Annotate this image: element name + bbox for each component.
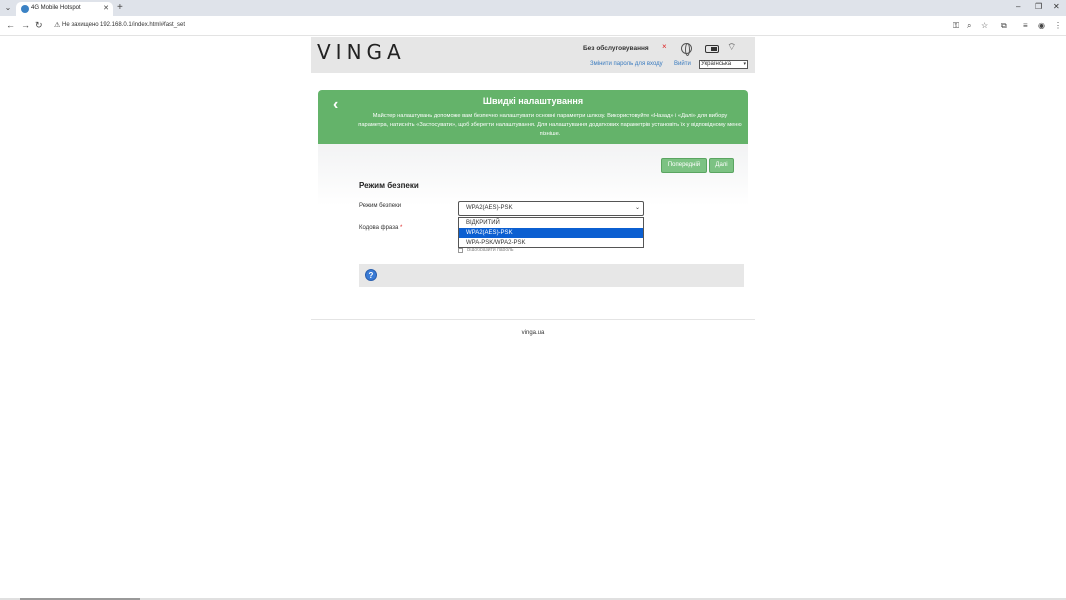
logout-link[interactable]: Вийти (674, 61, 691, 67)
wizard-header: ‹ Швидкі налаштування Майстер налаштуван… (318, 90, 748, 144)
footer-divider (311, 319, 755, 320)
tab-close-icon[interactable]: ✕ (103, 4, 109, 12)
warning-icon[interactable]: ⚠ (54, 21, 60, 29)
password-key-icon[interactable]: ⚿ (953, 21, 959, 31)
show-password-checkbox[interactable] (458, 248, 463, 253)
zoom-icon[interactable]: ⌕ (967, 21, 971, 31)
url-text[interactable]: 192.168.0.1/index.html#fast_set (100, 22, 185, 28)
required-mark: * (399, 225, 403, 231)
browser-tab[interactable]: 4G Mobile Hotspot ✕ (16, 2, 113, 16)
security-warning[interactable]: Не захищено (62, 22, 99, 28)
help-icon[interactable]: ? (365, 269, 377, 281)
security-mode-select[interactable]: WPA2(AES)-PSK ⌄ (458, 201, 644, 216)
passphrase-label: Кодова фраза * (359, 225, 402, 231)
profile-icon[interactable]: ◉ (1038, 21, 1045, 30)
reload-icon[interactable]: ↻ (35, 20, 43, 31)
service-status-text: Без обслуговування (583, 45, 649, 52)
router-header: VINGA Без обслуговування × ⌔ Змінити пар… (311, 37, 755, 73)
footer-site-link[interactable]: vinga.ua (0, 330, 1066, 336)
extensions-icon[interactable]: ⧉ (1001, 21, 1007, 31)
security-mode-value: WPA2(AES)-PSK (466, 205, 513, 211)
tab-title: 4G Mobile Hotspot (31, 5, 81, 11)
browser-toolbar: ← → ↻ ⚠ Не захищено 192.168.0.1/index.ht… (0, 16, 1066, 36)
help-bar: ? (359, 264, 744, 287)
language-value: Українська (701, 61, 732, 67)
menu-dots-icon[interactable]: ⋮ (1054, 21, 1062, 30)
network-globe-icon (681, 43, 692, 56)
section-title: Режим безпеки (359, 181, 419, 190)
wizard-title: Швидкі налаштування (482, 96, 584, 106)
back-icon[interactable]: ← (6, 20, 15, 30)
chevron-down-icon: ▾ (743, 61, 746, 67)
wifi-icon: ⌔ (727, 42, 737, 53)
minimize-icon[interactable]: – (1016, 2, 1020, 11)
address-bar[interactable]: ⚠ Не захищено 192.168.0.1/index.html#fas… (48, 19, 993, 33)
option-wpa2-aes-psk[interactable]: WPA2(AES)-PSK (459, 228, 643, 238)
window-close-icon[interactable]: ✕ (1053, 2, 1060, 11)
restore-icon[interactable]: ❐ (1035, 2, 1042, 11)
browser-tab-bar: ⌄ 4G Mobile Hotspot ✕ + – ❐ ✕ (0, 0, 1066, 16)
language-select[interactable]: Українська ▾ (699, 60, 748, 69)
no-service-icon: × (662, 42, 667, 51)
translate-icon[interactable]: ≡ (1023, 21, 1028, 30)
wizard-description: Майстер налаштувань допоможе вам безпечн… (358, 113, 742, 137)
forward-icon[interactable]: → (21, 20, 30, 30)
vinga-logo: VINGA (317, 40, 406, 64)
tab-search-icon[interactable]: ⌄ (3, 3, 13, 13)
security-mode-label: Режим безпеки (359, 203, 402, 209)
favicon-icon (21, 5, 29, 13)
wizard-content: Попередній Далі Режим безпеки Режим безп… (318, 144, 748, 299)
battery-icon (705, 45, 719, 53)
option-open[interactable]: ВІДКРИТИЙ (459, 218, 643, 228)
change-password-link[interactable]: Змінити пароль для входу (590, 61, 663, 67)
bookmark-star-icon[interactable]: ☆ (981, 21, 988, 30)
chevron-down-icon: ⌄ (634, 205, 640, 211)
next-button[interactable]: Далі (709, 158, 734, 173)
new-tab-icon[interactable]: + (117, 2, 123, 13)
previous-button[interactable]: Попередній (661, 158, 707, 173)
option-wpa-wpa2-psk[interactable]: WPA-PSK/WPA2-PSK (459, 238, 643, 248)
security-mode-dropdown: ВІДКРИТИЙ WPA2(AES)-PSK WPA-PSK/WPA2-PSK (458, 217, 644, 248)
passphrase-label-text: Кодова фраза (359, 225, 399, 231)
